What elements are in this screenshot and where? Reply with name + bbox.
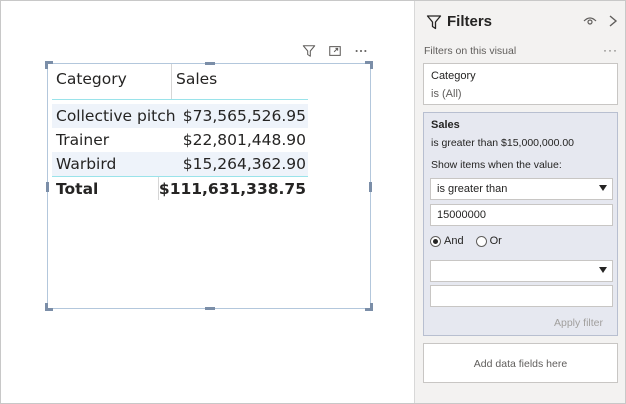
resize-handle-left[interactable]	[46, 182, 49, 192]
table-visual: Category Sales Collective pitch $73,565,…	[52, 64, 308, 200]
more-options-icon[interactable]: ···	[603, 43, 618, 57]
apply-filter-button[interactable]: Apply filter	[554, 317, 603, 329]
radio-or[interactable]: Or	[475, 235, 502, 247]
resize-handle-right[interactable]	[369, 182, 372, 192]
radio-and[interactable]: And	[430, 235, 464, 247]
table-row[interactable]: Trainer $22,801,448.90	[52, 128, 308, 152]
logic-radio-group: And Or	[430, 235, 502, 247]
table-row[interactable]: Collective pitch $73,565,526.95	[52, 104, 308, 128]
show-items-label: Show items when the value:	[431, 159, 562, 171]
cell-category: Trainer	[56, 131, 110, 149]
visual-header	[301, 43, 369, 59]
operator-dropdown-value: is greater than	[437, 183, 508, 195]
table-row[interactable]: Warbird $15,264,362.90	[52, 152, 308, 176]
add-data-fields-label: Add data fields here	[473, 358, 568, 370]
column-header-sales[interactable]: Sales	[172, 64, 308, 99]
focus-mode-icon[interactable]	[327, 43, 343, 59]
cell-category: Collective pitch	[56, 107, 176, 125]
filter-icon[interactable]	[301, 43, 317, 59]
caret-down-icon	[599, 267, 607, 273]
cell-sales: $22,801,448.90	[182, 131, 306, 149]
filters-pane: Filters Filters on this visual ··· Categ…	[414, 1, 625, 403]
resize-handle-bottom-left[interactable]	[45, 303, 53, 311]
filter-card-sales[interactable]: Sales is greater than $15,000,000.00 Sho…	[423, 112, 618, 336]
filters-section-label: Filters on this visual	[424, 45, 517, 57]
table-visual-container[interactable]: Category Sales Collective pitch $73,565,…	[45, 61, 373, 311]
more-options-icon[interactable]	[353, 43, 369, 59]
filter-funnel-icon	[426, 15, 442, 30]
eye-icon[interactable]	[583, 15, 597, 27]
operator-dropdown-1[interactable]: is greater than	[430, 178, 613, 200]
filters-pane-title: Filters	[447, 13, 493, 30]
resize-handle-top-right[interactable]	[365, 61, 373, 69]
cell-category: Warbird	[56, 155, 117, 173]
filter-card-state: is (All)	[431, 88, 462, 100]
add-data-fields-well[interactable]: Add data fields here	[423, 343, 618, 383]
column-header-category[interactable]: Category	[52, 64, 172, 99]
radio-unselected-icon	[475, 235, 487, 247]
table-header-row: Category Sales	[52, 64, 308, 100]
resize-handle-bottom-right[interactable]	[365, 303, 373, 311]
value-input-2[interactable]	[430, 285, 613, 307]
report-canvas: Category Sales Collective pitch $73,565,…	[1, 1, 414, 403]
table-total-row: Total $111,631,338.75	[52, 176, 308, 200]
total-sales: $111,631,338.75	[158, 179, 306, 198]
filter-card-title: Category	[431, 70, 476, 82]
cell-sales: $15,264,362.90	[182, 155, 306, 173]
radio-and-label: And	[444, 235, 464, 247]
total-label: Total	[52, 177, 159, 200]
filter-card-state: is greater than $15,000,000.00	[431, 137, 575, 149]
resize-handle-bottom[interactable]	[205, 307, 215, 310]
chevron-right-icon[interactable]	[607, 14, 619, 28]
radio-or-label: Or	[489, 235, 502, 247]
filter-card-title: Sales	[431, 119, 460, 131]
filters-pane-header: Filters	[415, 1, 626, 41]
cell-sales: $73,565,526.95	[182, 107, 306, 125]
caret-down-icon	[599, 185, 607, 191]
operator-dropdown-2[interactable]	[430, 260, 613, 282]
value-input-1[interactable]: 15000000	[430, 204, 613, 226]
radio-selected-icon	[430, 235, 441, 247]
filter-card-category[interactable]: Category is (All)	[423, 63, 618, 105]
table-body: Collective pitch $73,565,526.95 Trainer …	[52, 104, 308, 176]
